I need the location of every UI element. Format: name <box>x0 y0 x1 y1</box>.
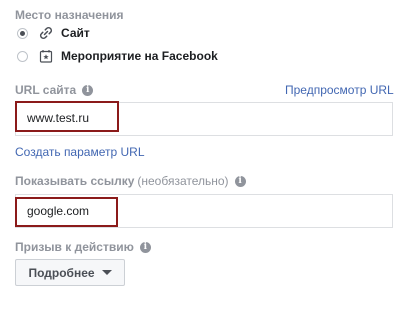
info-icon[interactable]: i <box>139 241 151 253</box>
destination-option-website-label: Сайт <box>61 26 90 40</box>
radio-facebook-event[interactable] <box>17 50 28 62</box>
url-input-value[interactable]: www.test.ru <box>27 111 89 125</box>
destination-option-facebook-event[interactable]: Мероприятие на Facebook <box>17 49 218 63</box>
create-url-parameter-link[interactable]: Создать параметр URL <box>15 145 145 159</box>
radio-website[interactable] <box>17 27 28 39</box>
url-field-label-text: URL сайта <box>15 83 77 97</box>
link-icon <box>39 26 53 40</box>
display-link-value[interactable]: google.com <box>27 204 89 218</box>
destination-option-facebook-event-label: Мероприятие на Facebook <box>61 49 218 63</box>
cta-dropdown-label: Подробнее <box>28 265 95 280</box>
destination-option-website[interactable]: Сайт <box>17 26 90 40</box>
cta-dropdown-button[interactable]: Подробнее <box>15 259 125 286</box>
info-icon[interactable]: i <box>82 84 94 96</box>
display-link-label-text: Показывать ссылку <box>15 174 135 188</box>
display-link-label: Показывать ссылку (необязательно) i <box>15 174 246 188</box>
cta-label-text: Призыв к действию <box>15 240 134 254</box>
destination-title: Место назначения <box>15 8 124 22</box>
cta-label: Призыв к действию i <box>15 240 151 254</box>
optional-note: (необязательно) <box>137 174 229 188</box>
preview-url-link[interactable]: Предпросмотр URL <box>285 83 394 97</box>
ad-destination-panel: Место назначения Сайт Мероприятие на Fac… <box>0 0 411 314</box>
info-icon[interactable]: i <box>234 175 246 187</box>
calendar-star-icon <box>39 49 53 63</box>
caret-down-icon <box>101 270 112 275</box>
url-field-label: URL сайта i <box>15 83 94 97</box>
